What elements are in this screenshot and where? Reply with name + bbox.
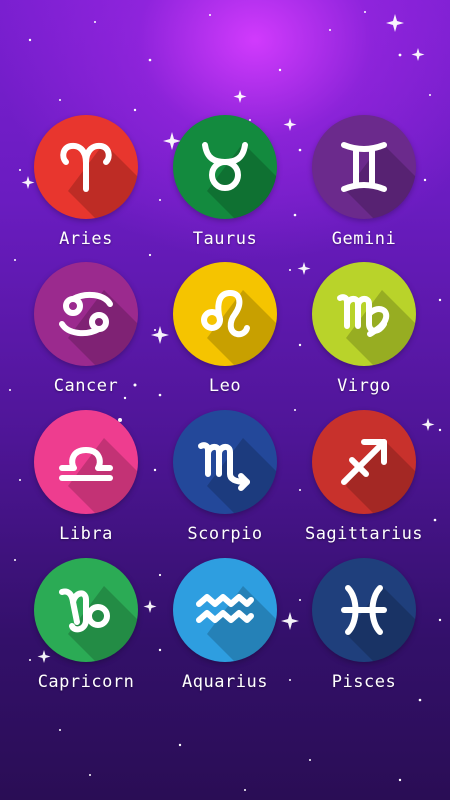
sign-label: Aries: [59, 229, 113, 249]
sign-badge: [173, 558, 277, 662]
sign-badge: [34, 410, 138, 514]
sign-badge: [173, 262, 277, 366]
sign-label: Capricorn: [37, 672, 135, 692]
sign-tile-leo[interactable]: Leo: [155, 262, 295, 410]
sign-tile-scorpio[interactable]: Scorpio: [155, 410, 295, 558]
scorpio-icon: [198, 442, 250, 491]
sign-label: Taurus: [192, 229, 258, 249]
sign-tile-pisces[interactable]: Pisces: [294, 558, 434, 706]
leo-icon: [201, 290, 250, 338]
virgo-icon: [337, 294, 390, 337]
sign-tile-capricorn[interactable]: Capricorn: [16, 558, 156, 706]
taurus-icon: [202, 142, 248, 191]
sign-badge: [34, 262, 138, 366]
sign-tile-taurus[interactable]: Taurus: [155, 115, 295, 263]
sign-badge: [173, 115, 277, 219]
sign-tile-libra[interactable]: Libra: [16, 410, 156, 558]
sign-label: Virgo: [337, 376, 391, 396]
sign-tile-cancer[interactable]: Cancer: [16, 262, 156, 410]
sign-badge: [173, 410, 277, 514]
sign-label: Gemini: [331, 229, 397, 249]
sign-label: Pisces: [331, 672, 397, 692]
sign-label: Leo: [208, 376, 242, 396]
sagittarius-icon: [341, 439, 387, 485]
capricorn-icon: [59, 588, 110, 633]
sign-label: Sagittarius: [304, 524, 424, 544]
sign-tile-aries[interactable]: Aries: [16, 115, 156, 263]
sign-label: Cancer: [53, 376, 119, 396]
sign-badge: [312, 558, 416, 662]
sign-label: Scorpio: [187, 524, 263, 544]
libra-icon: [59, 447, 113, 481]
aquarius-icon: [196, 594, 254, 623]
sign-badge: [312, 262, 416, 366]
sign-badge: [312, 410, 416, 514]
sign-badge: [34, 115, 138, 219]
sign-badge: [34, 558, 138, 662]
zodiac-grid: Aries Taurus Gemini Cancer Leo Virgo Lib…: [0, 0, 450, 800]
sign-tile-sagittarius[interactable]: Sagittarius: [294, 410, 434, 558]
cancer-icon: [59, 291, 113, 337]
sign-tile-gemini[interactable]: Gemini: [294, 115, 434, 263]
sign-tile-aquarius[interactable]: Aquarius: [155, 558, 295, 706]
sign-label: Aquarius: [182, 672, 268, 692]
sign-tile-virgo[interactable]: Virgo: [294, 262, 434, 410]
sign-badge: [312, 115, 416, 219]
sign-label: Libra: [59, 524, 113, 544]
aries-icon: [60, 142, 112, 192]
gemini-icon: [341, 142, 387, 192]
pisces-icon: [341, 585, 387, 635]
